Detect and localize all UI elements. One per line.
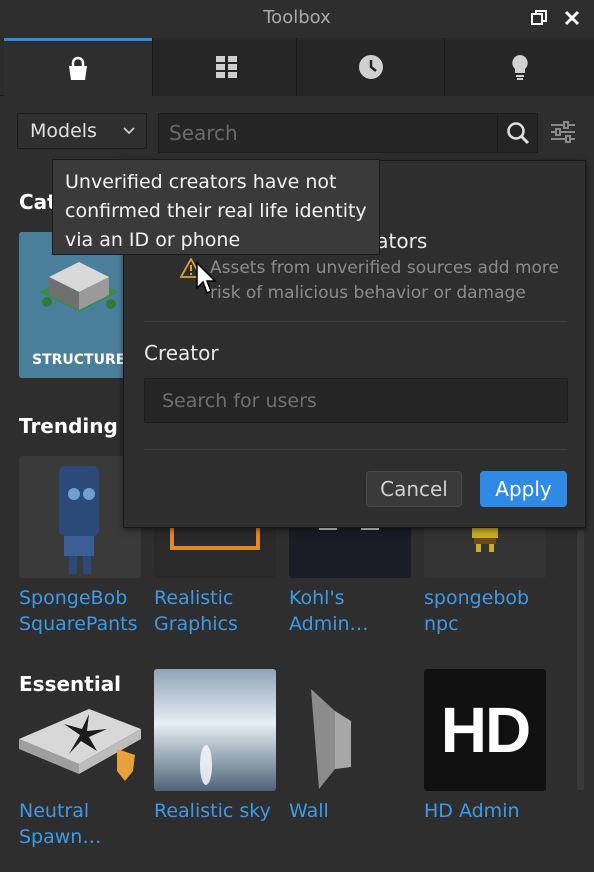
divider bbox=[144, 449, 567, 450]
apply-button[interactable]: Apply bbox=[480, 471, 567, 507]
search-box bbox=[158, 113, 538, 153]
filter-sliders-icon[interactable] bbox=[550, 120, 576, 144]
sky-icon bbox=[154, 669, 276, 791]
category-dropdown[interactable]: Models bbox=[17, 113, 147, 149]
trending-label-spongebob-npc[interactable]: spongebob npc bbox=[424, 585, 548, 637]
window-title: Toolbox bbox=[263, 7, 331, 28]
creator-search-box bbox=[144, 378, 568, 423]
chevron-down-icon bbox=[123, 127, 135, 135]
title-bar: Toolbox bbox=[0, 0, 594, 36]
tab-inventory[interactable] bbox=[152, 38, 300, 96]
grid-icon bbox=[215, 56, 237, 78]
search-button[interactable] bbox=[497, 114, 537, 152]
tab-creations[interactable] bbox=[444, 38, 594, 96]
trending-label-realistic-graphics[interactable]: Realistic Graphics bbox=[154, 585, 286, 637]
category-value: Models bbox=[30, 120, 97, 142]
search-icon bbox=[506, 122, 529, 145]
essential-label-wall[interactable]: Wall bbox=[289, 798, 421, 824]
shopping-bag-icon bbox=[69, 56, 87, 80]
tab-bar bbox=[0, 38, 594, 96]
essential-thumb-realistic-sky[interactable] bbox=[154, 669, 276, 791]
restore-icon[interactable] bbox=[530, 9, 548, 27]
clock-icon bbox=[358, 55, 383, 79]
trending-label-kohls-admin[interactable]: Kohl's Admin… bbox=[289, 585, 407, 637]
mouse-cursor-icon bbox=[196, 262, 217, 295]
essential-label-realistic-sky[interactable]: Realistic sky bbox=[154, 798, 282, 824]
tab-marketplace[interactable] bbox=[4, 38, 152, 96]
close-icon[interactable] bbox=[563, 9, 581, 27]
trending-label-spongebob[interactable]: SpongeBob SquarePants bbox=[19, 585, 151, 637]
content-scrollbar[interactable] bbox=[577, 530, 584, 790]
essential-thumb-wall[interactable] bbox=[289, 669, 411, 791]
essential-thumb-hd-admin[interactable]: HD bbox=[424, 669, 546, 791]
search-input[interactable] bbox=[159, 114, 489, 152]
unverified-tooltip: Unverified creators have not confirmed t… bbox=[52, 159, 380, 255]
cancel-button[interactable]: Cancel bbox=[366, 471, 462, 507]
essential-label-hd-admin[interactable]: HD Admin bbox=[424, 798, 556, 824]
hd-admin-logo: HD bbox=[440, 694, 531, 766]
category-card-label: STRUCTURE bbox=[32, 352, 126, 368]
wall-block-icon bbox=[289, 669, 411, 791]
creator-search-input[interactable] bbox=[145, 379, 567, 422]
essential-heading: Essential bbox=[19, 672, 122, 696]
divider bbox=[144, 321, 567, 322]
lightbulb-icon bbox=[511, 55, 528, 80]
tab-recent[interactable] bbox=[296, 38, 444, 96]
search-toolbar: Models bbox=[0, 96, 594, 166]
essential-label-neutral-spawn[interactable]: Neutral Spawn… bbox=[19, 798, 141, 850]
warning-text: Assets from unverified sources add more … bbox=[210, 258, 559, 303]
creator-label: Creator bbox=[144, 341, 219, 365]
trending-heading: Trending bbox=[19, 414, 118, 438]
